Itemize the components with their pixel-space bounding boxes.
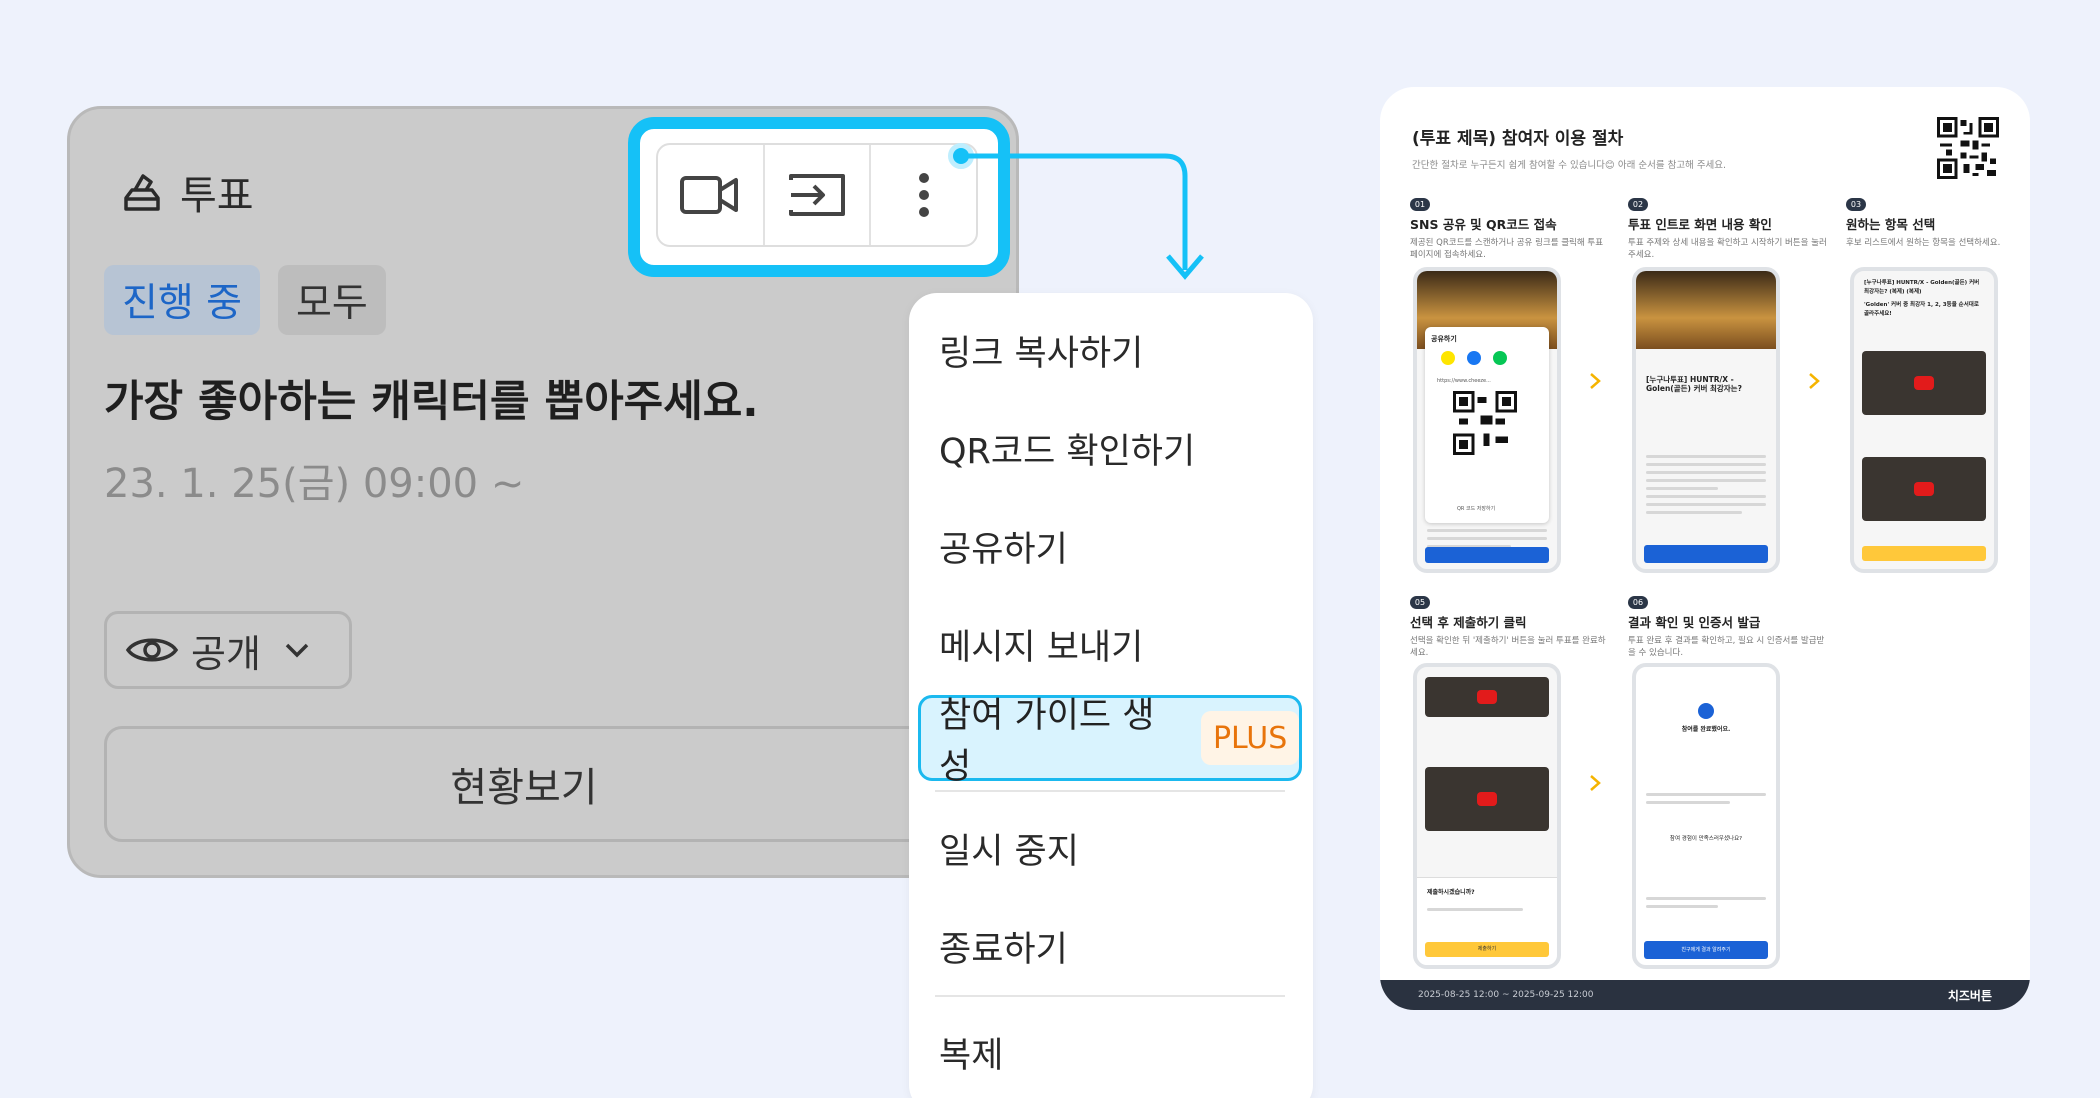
- video-camera-icon: [680, 176, 739, 214]
- recommend-lines: [1646, 897, 1766, 913]
- start-button-mock: [1425, 547, 1549, 563]
- modal-text-lines: [1427, 908, 1547, 916]
- guide-step-6: 06 결과 확인 및 인증서 발급 투표 완료 후 결과를 확인하고, 필요 시…: [1628, 596, 1828, 659]
- submit-button-mock: 제출하기: [1425, 942, 1549, 957]
- phone-mockup-result: 참여를 완료했어요. 참여 경험이 만족스러우셨나요? 친구에게 결과 알려주기: [1632, 663, 1780, 969]
- guide-title: (투표 제목) 참여자 이용 절차: [1412, 129, 1624, 149]
- step-title: 투표 인트로 화면 내용 확인: [1628, 217, 1772, 232]
- audience-badge: 모두: [278, 265, 386, 335]
- menu-item-pause[interactable]: 일시 중지: [939, 823, 1079, 874]
- highlight-dot: [948, 143, 974, 169]
- video-button[interactable]: [658, 145, 765, 245]
- select-instruction: 'Golden' 커버 중 최강자 1, 2, 3등을 순서대로 골라주세요!: [1864, 302, 1979, 317]
- step-title: 원하는 항목 선택: [1846, 217, 1936, 232]
- step-description: 제공된 QR코드를 스캔하거나 공유 링크를 클릭해 투표 페이지에 접속하세요…: [1410, 238, 1604, 260]
- menu-item-create-guide[interactable]: 참여 가이드 생성 PLUS: [918, 695, 1302, 787]
- step-number: 03: [1846, 198, 1866, 211]
- guide-step-3: 03 원하는 항목 선택 후보 리스트에서 원하는 항목을 선택하세요.: [1846, 198, 2030, 249]
- visibility-label: 공개: [191, 631, 261, 676]
- submit-modal-title: 제출하시겠습니까?: [1427, 889, 1475, 896]
- done-title: 참여를 완료했어요.: [1681, 726, 1731, 733]
- guide-footer: 2025-08-25 12:00 ~ 2025-09-25 12:00 치즈버튼: [1380, 980, 2030, 1010]
- participation-guide-preview: (투표 제목) 참여자 이용 절차 간단한 절차로 누구든지 쉽게 참여할 수 …: [1380, 87, 2030, 1010]
- menu-item-copy-link[interactable]: 링크 복사하기: [939, 325, 1143, 376]
- candidate-video-1: [1425, 677, 1549, 717]
- guide-step-2: 02 투표 인트로 화면 내용 확인 투표 주제와 상세 내용을 확인하고 시작…: [1628, 198, 1828, 261]
- phone-mockup-submit: 제출하시겠습니까? 제출하기: [1413, 663, 1561, 969]
- check-icon: [1698, 703, 1714, 719]
- result-lines: [1646, 793, 1766, 809]
- guide-step-5: 05 선택 후 제출하기 클릭 선택을 확인한 뒤 '제출하기' 버튼을 눌러 …: [1410, 596, 1610, 659]
- brand-logo: 치즈버튼: [1947, 988, 1992, 1003]
- guide-subtitle: 간단한 절차로 누구든지 쉽게 참여할 수 있습니다😊 아래 순서를 참고해 주…: [1412, 160, 1727, 171]
- menu-divider: [935, 790, 1285, 792]
- candidate-video-2: [1425, 767, 1549, 831]
- chevron-down-icon: [285, 643, 309, 658]
- menu-item-qr-code[interactable]: QR코드 확인하기: [939, 423, 1195, 474]
- share-url: https://www.cheeze...: [1437, 378, 1491, 384]
- share-qr-code: [1453, 391, 1517, 455]
- more-menu: 링크 복사하기 QR코드 확인하기 공유하기 메시지 보내기 참여 가이드 생성…: [909, 293, 1313, 1098]
- card-title: 투표: [180, 173, 254, 219]
- step-title: 선택 후 제출하기 클릭: [1410, 615, 1527, 630]
- eye-icon: [125, 638, 179, 662]
- description-lines: [1646, 455, 1766, 519]
- candidate-video-1: [1862, 351, 1986, 415]
- enter-icon: [789, 174, 845, 216]
- create-guide-label: 참여 가이드 생성: [939, 696, 1155, 787]
- card-toolbar: [656, 143, 978, 247]
- vote-datetime: 23. 1. 25(금) 09:00 ~: [104, 461, 525, 507]
- feedback-question: 참여 경험이 만족스러우셨나요?: [1669, 836, 1743, 842]
- menu-item-end[interactable]: 종료하기: [939, 921, 1068, 972]
- phone-mockup-intro: [누구나투표] HUNTR/X - Golen(골든) 커버 최강자는?: [1632, 267, 1780, 573]
- share-sheet: 공유하기 https://www.cheeze... QR 코드 저장하기: [1425, 327, 1549, 523]
- phone-mockup-select: [누구나투표] HUNTR/X - Golden(골든) 커버 최강자는? (복…: [1850, 267, 1998, 573]
- step-number: 02: [1628, 198, 1648, 211]
- step-arrow-icon: [1590, 775, 1601, 791]
- plus-badge: PLUS: [1201, 711, 1299, 765]
- facebook-icon: [1467, 351, 1481, 365]
- submit-modal: 제출하시겠습니까? 제출하기: [1417, 877, 1557, 965]
- share-result-button-mock: 친구에게 결과 알려주기: [1644, 941, 1768, 959]
- phone-mockup-share: 공유하기 https://www.cheeze... QR 코드 저장하기: [1413, 267, 1561, 573]
- golden-cover-image: [1636, 271, 1776, 349]
- menu-item-duplicate[interactable]: 복제: [939, 1027, 1003, 1078]
- card-header: 투표: [118, 163, 254, 221]
- more-vertical-icon: [918, 173, 929, 217]
- step-arrow-icon: [1809, 373, 1820, 389]
- visibility-dropdown[interactable]: 공개: [104, 611, 352, 689]
- start-button-mock: [1644, 545, 1768, 563]
- candidate-video-2: [1862, 457, 1986, 521]
- intro-vote-title: [누구나투표] HUNTR/X - Golen(골든) 커버 최강자는?: [1646, 375, 1742, 393]
- menu-item-share[interactable]: 공유하기: [939, 521, 1068, 572]
- kakao-icon: [1441, 351, 1455, 365]
- step-description: 투표 주제와 상세 내용을 확인하고 시작하기 버튼을 눌러주세요.: [1628, 238, 1827, 260]
- step-title: 결과 확인 및 인증서 발급: [1628, 615, 1761, 630]
- menu-item-send-message[interactable]: 메시지 보내기: [939, 619, 1143, 670]
- qr-save-caption: QR 코드 저장하기: [1457, 506, 1496, 512]
- select-vote-title: [누구나투표] HUNTR/X - Golden(골든) 커버 최강자는? (복…: [1864, 280, 1980, 295]
- step-description: 선택을 확인한 뒤 '제출하기' 버튼을 눌러 투표를 완료하세요.: [1410, 636, 1606, 658]
- status-badge: 진행 중: [104, 265, 261, 335]
- step-number: 06: [1628, 596, 1648, 609]
- qr-code-image: [1937, 117, 1999, 179]
- step-number: 05: [1410, 596, 1430, 609]
- vote-icon: [124, 174, 160, 211]
- step-arrow-icon: [1590, 373, 1601, 389]
- enter-button[interactable]: [765, 145, 872, 245]
- share-sheet-title: 공유하기: [1431, 335, 1457, 343]
- step-description: 투표 완료 후 결과를 확인하고, 필요 시 인증서를 발급받을 수 있습니다.: [1628, 636, 1825, 658]
- menu-divider: [935, 995, 1285, 997]
- view-status-button[interactable]: 현황보기: [104, 726, 984, 842]
- step-title: SNS 공유 및 QR코드 접속: [1410, 217, 1557, 232]
- step-description: 후보 리스트에서 원하는 항목을 선택하세요.: [1846, 238, 2001, 248]
- vote-period: 2025-08-25 12:00 ~ 2025-09-25 12:00: [1418, 990, 1594, 1000]
- line-icon: [1493, 351, 1507, 365]
- next-button-mock: [1862, 546, 1986, 561]
- vote-question: 가장 좋아하는 캐릭터를 뽑아주세요.: [104, 377, 759, 427]
- tag-list: 진행 중 모두: [104, 265, 386, 335]
- guide-step-1: 01 SNS 공유 및 QR코드 접속 제공된 QR코드를 스캔하거나 공유 링…: [1410, 198, 1610, 261]
- step-number: 01: [1410, 198, 1430, 211]
